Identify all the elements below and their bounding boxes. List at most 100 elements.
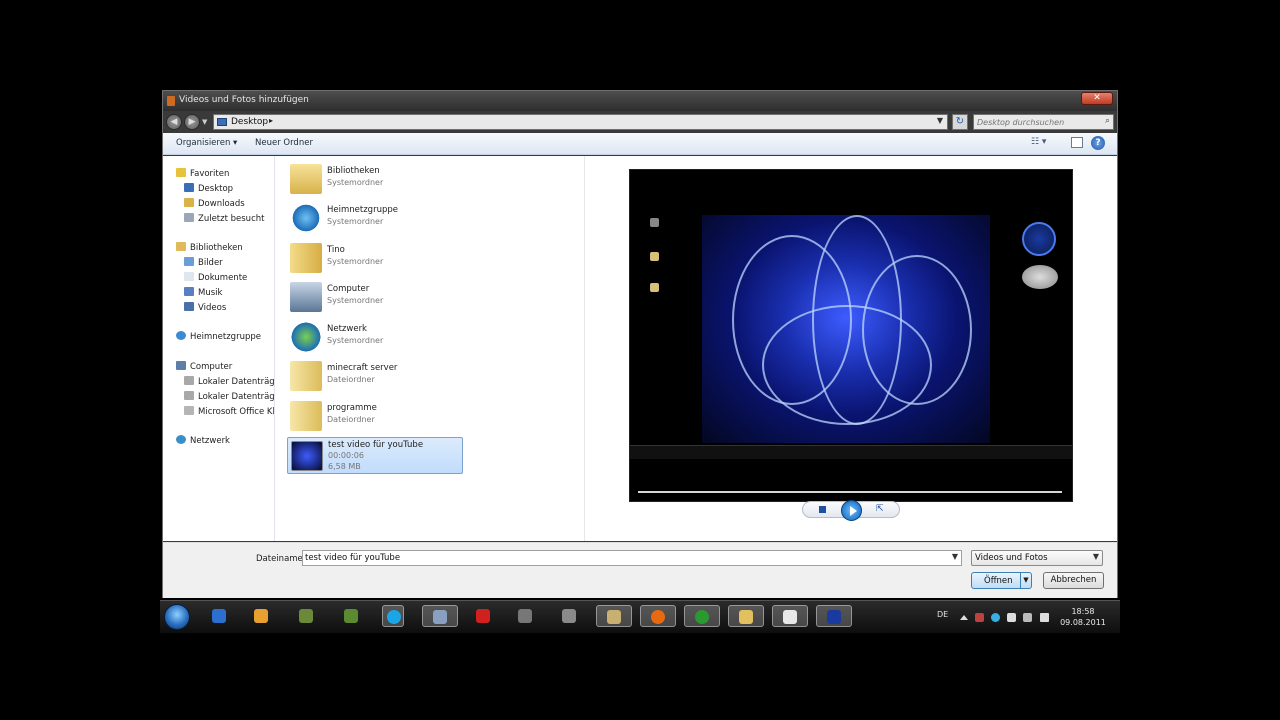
taskbar-app[interactable] [208, 605, 230, 627]
search-icon[interactable]: ⌕ [1105, 116, 1110, 126]
taskbar-app-active[interactable] [422, 605, 458, 627]
content-area: Favoriten Desktop Downloads Zuletzt besu… [163, 156, 1117, 541]
play-icon[interactable] [841, 500, 862, 521]
nav-libraries[interactable]: Bibliotheken [176, 242, 243, 253]
taskbar-app[interactable] [816, 605, 852, 627]
nav-documents[interactable]: Dokumente [184, 272, 247, 283]
list-item[interactable]: Heimnetzgruppe Systemordner [287, 200, 463, 237]
list-item[interactable]: programme Dateiordner [287, 398, 463, 435]
network-status-icon[interactable] [1023, 613, 1032, 622]
tray-app-icon[interactable] [975, 613, 984, 622]
recycle-bin-icon [650, 218, 659, 227]
nav-computer-label: Computer [190, 362, 233, 372]
file-type: Dateiordner [327, 415, 375, 424]
taskbar-app[interactable] [295, 605, 317, 627]
arrow-left-icon: ◀ [170, 117, 178, 127]
organize-button[interactable]: Organisieren ▾ [176, 138, 237, 148]
homegroup-icon [176, 331, 186, 340]
desktop-screen: Videos und Fotos hinzufügen ✕ ◀ ▶ ▼ Desk… [160, 88, 1120, 633]
recent-pages-dropdown-icon[interactable]: ▼ [202, 118, 207, 126]
cancel-button[interactable]: Abbrechen [1043, 572, 1104, 589]
nav-network[interactable]: Netzwerk [176, 435, 230, 446]
list-item[interactable]: minecraft server Dateiordner [287, 358, 463, 395]
address-dropdown-icon[interactable]: ▼ [937, 116, 943, 125]
app-icon [476, 609, 490, 623]
taskbar-app[interactable] [684, 605, 720, 627]
language-indicator[interactable]: DE [937, 610, 948, 619]
nav-homegroup[interactable]: Heimnetzgruppe [176, 331, 261, 342]
tray-app-icon[interactable] [1007, 613, 1016, 622]
taskbar-app[interactable] [728, 605, 764, 627]
user-folder-icon [290, 243, 322, 273]
list-item-selected[interactable]: test video für youTube 00:00:06 6,58 MB [287, 437, 463, 474]
search-box[interactable]: ⌕ [973, 114, 1114, 130]
nav-desktop[interactable]: Desktop [184, 183, 233, 194]
nav-pictures[interactable]: Bilder [184, 257, 223, 268]
seek-bar[interactable] [638, 491, 1062, 493]
open-options-dropdown-icon[interactable]: ▼ [1020, 573, 1031, 588]
taskbar: DE 18:58 09.08.2011 [160, 600, 1120, 633]
taskbar-app[interactable] [558, 605, 580, 627]
taskbar-app[interactable] [382, 605, 404, 627]
address-bar[interactable]: Desktop ▸ ▼ [213, 114, 948, 130]
taskbar-app[interactable] [514, 605, 536, 627]
list-item[interactable]: Bibliotheken Systemordner [287, 161, 463, 198]
videos-icon [184, 302, 194, 311]
taskbar-app[interactable] [472, 605, 494, 627]
volume-icon[interactable] [1040, 613, 1049, 622]
movie-maker-icon [433, 610, 447, 624]
open-file-dialog: Videos und Fotos hinzufügen ✕ ◀ ▶ ▼ Desk… [162, 90, 1118, 598]
help-icon[interactable]: ? [1091, 136, 1105, 150]
taskbar-app[interactable] [340, 605, 362, 627]
documents-icon [184, 272, 194, 281]
breadcrumb-desktop[interactable]: Desktop [231, 117, 268, 127]
list-item[interactable]: Computer Systemordner [287, 279, 463, 316]
nav-computer[interactable]: Computer [176, 361, 232, 372]
back-button[interactable]: ◀ [166, 114, 182, 130]
filename-input[interactable] [305, 552, 945, 564]
title-bar[interactable]: Videos und Fotos hinzufügen ✕ [163, 91, 1117, 111]
search-input[interactable] [977, 116, 1095, 128]
libraries-folder-icon [290, 164, 322, 194]
open-button[interactable]: Öffnen ▼ [971, 572, 1032, 589]
computer-icon [176, 361, 186, 370]
taskbar-app[interactable] [640, 605, 676, 627]
downloads-icon [184, 198, 194, 207]
nav-local-disk-1[interactable]: Lokaler Datenträger [184, 376, 274, 387]
folder-icon [290, 361, 322, 391]
nav-music[interactable]: Musik [184, 287, 222, 298]
taskbar-app[interactable] [772, 605, 808, 627]
chevron-down-icon[interactable]: ▼ [952, 552, 958, 561]
nav-office-click[interactable]: Microsoft Office Klic [184, 406, 274, 417]
expand-icon[interactable]: ⇱ [876, 504, 884, 514]
list-item[interactable]: Netzwerk Systemordner [287, 319, 463, 356]
media-player-icon [254, 609, 268, 623]
taskbar-app[interactable] [250, 605, 272, 627]
nav-favorites[interactable]: Favoriten [176, 168, 229, 179]
taskbar-app[interactable] [596, 605, 632, 627]
nav-videos[interactable]: Videos [184, 302, 226, 313]
close-button[interactable]: ✕ [1081, 92, 1113, 105]
file-type-select[interactable]: Videos und Fotos ▼ [971, 550, 1103, 566]
refresh-button[interactable]: ↻ [952, 114, 968, 130]
change-view-icon[interactable]: ☷ ▾ [1031, 137, 1055, 150]
preview-pane-toggle-icon[interactable] [1071, 137, 1083, 148]
tray-app-icon[interactable] [991, 613, 1000, 622]
forward-button[interactable]: ▶ [184, 114, 200, 130]
start-button[interactable] [164, 604, 190, 630]
video-preview[interactable] [629, 169, 1073, 502]
nav-local-disk-2[interactable]: Lokaler Datenträger [184, 391, 274, 402]
new-folder-button[interactable]: Neuer Ordner [255, 138, 313, 148]
star-icon [176, 168, 186, 177]
breadcrumb-arrow-icon[interactable]: ▸ [269, 116, 273, 125]
nav-downloads-label: Downloads [198, 199, 245, 209]
stop-icon[interactable] [819, 506, 826, 513]
nav-recent[interactable]: Zuletzt besucht [184, 213, 264, 224]
system-clock[interactable]: 18:58 09.08.2011 [1056, 606, 1110, 628]
nav-downloads[interactable]: Downloads [184, 198, 245, 209]
nav-videos-label: Videos [198, 303, 227, 313]
file-list: Bibliotheken Systemordner Heimnetzgruppe… [276, 156, 585, 541]
show-hidden-icons-icon[interactable] [960, 615, 968, 620]
list-item[interactable]: Tino Systemordner [287, 240, 463, 277]
filename-field[interactable]: ▼ [302, 550, 962, 566]
